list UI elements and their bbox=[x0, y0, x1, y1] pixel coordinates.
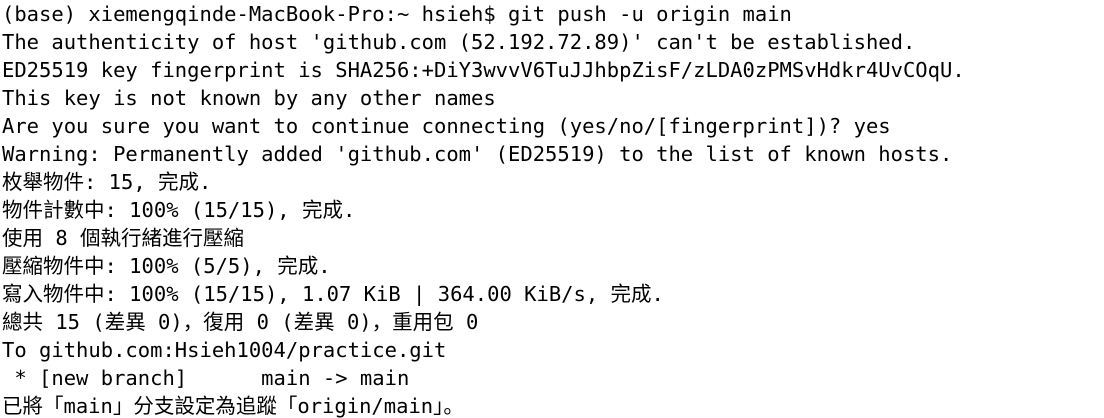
terminal-line-delta-threads: 使用 8 個執行緒進行壓縮 bbox=[2, 226, 245, 250]
terminal-line-enumerate-objects: 枚舉物件: 15, 完成. bbox=[2, 170, 212, 194]
terminal-line-compress-objects: 壓縮物件中: 100% (5/5), 完成. bbox=[2, 254, 331, 278]
terminal-line-tracking-set: 已將「main」分支設定為追蹤「origin/main」。 bbox=[2, 394, 464, 418]
terminal-line-total-summary: 總共 15 (差異 0)，復用 0 (差異 0)，重用包 0 bbox=[2, 310, 479, 334]
terminal-line-prompt-command: (base) xiemengqinde-MacBook-Pro:~ hsieh$… bbox=[2, 2, 792, 26]
terminal-line-unknown-key: This key is not known by any other names bbox=[2, 86, 496, 110]
terminal-line-new-branch: * [new branch] main -> main bbox=[2, 366, 410, 390]
terminal-line-authenticity-warning: The authenticity of host 'github.com (52… bbox=[2, 30, 916, 54]
terminal-line-confirm-connect: Are you sure you want to continue connec… bbox=[2, 114, 891, 138]
terminal-window[interactable]: (base) xiemengqinde-MacBook-Pro:~ hsieh$… bbox=[0, 0, 1104, 418]
terminal-line-key-fingerprint: ED25519 key fingerprint is SHA256:+DiY3w… bbox=[2, 58, 965, 82]
terminal-line-count-objects: 物件計數中: 100% (15/15), 完成. bbox=[2, 198, 356, 222]
terminal-line-known-hosts-warning: Warning: Permanently added 'github.com' … bbox=[2, 142, 953, 166]
terminal-line-write-objects: 寫入物件中: 100% (15/15), 1.07 KiB | 364.00 K… bbox=[2, 282, 664, 306]
terminal-line-remote-target: To github.com:Hsieh1004/practice.git bbox=[2, 338, 447, 362]
